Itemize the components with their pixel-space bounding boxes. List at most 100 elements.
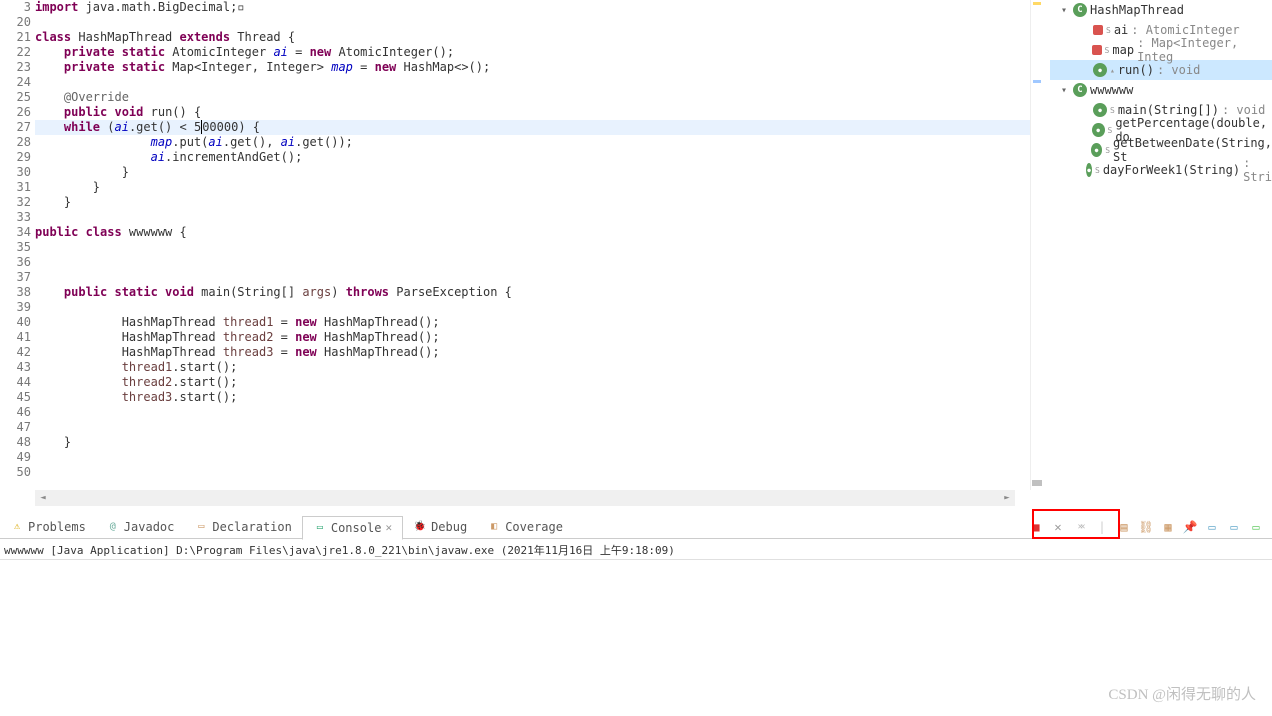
code-line[interactable]: import java.math.BigDecimal;▫ [35,0,1030,15]
line-number: 43 [0,360,31,375]
sep-button: | [1094,519,1110,535]
line-number: 25 [0,90,31,105]
line-number: 35 [0,240,31,255]
outline-type: : Map<Integer, Integ [1137,36,1272,64]
code-line[interactable] [35,300,1030,315]
outline-item[interactable]: ●SdayForWeek1(String) : Stri [1050,160,1272,180]
outline-item[interactable]: ●SgetBetweenDate(String, St [1050,140,1272,160]
outline-item[interactable]: Smap : Map<Integer, Integ [1050,40,1272,60]
open-button[interactable]: ▭ [1226,519,1242,535]
scroll-left-icon[interactable]: ◄ [35,490,51,506]
line-number: 42 [0,345,31,360]
code-line[interactable]: HashMapThread thread1 = new HashMapThrea… [35,315,1030,330]
tab-console[interactable]: ▭Console✕ [302,516,403,540]
code-line[interactable]: } [35,195,1030,210]
code-line[interactable]: } [35,435,1030,450]
code-line[interactable] [35,405,1030,420]
line-number: 40 [0,315,31,330]
line-number: 29 [0,150,31,165]
modifier-badge: S [1105,146,1110,155]
code-line[interactable]: public class wwwwww { [35,225,1030,240]
modifier-badge: S [1106,26,1111,35]
code-line[interactable]: HashMapThread thread2 = new HashMapThrea… [35,330,1030,345]
method-public-icon: ● [1092,123,1105,137]
code-line[interactable] [35,15,1030,30]
line-number: 3 [0,0,31,15]
code-body[interactable]: import java.math.BigDecimal;▫ class HashM… [35,0,1030,508]
code-line[interactable]: } [35,165,1030,180]
code-line[interactable] [35,75,1030,90]
new-button[interactable]: ▭ [1248,519,1264,535]
tab-icon: ⚠ [10,520,24,534]
tab-icon: 🐞 [413,520,427,534]
code-line[interactable] [35,465,1030,480]
outline-panel[interactable]: ▾CHashMapThreadSai : AtomicIntegerSmap :… [1050,0,1272,508]
overview-ruler[interactable] [1030,0,1042,490]
scroll-right-icon[interactable]: ► [999,490,1015,506]
code-editor[interactable]: 3202122232425262728293031323334353637383… [0,0,1030,508]
code-line[interactable]: private static AtomicInteger ai = new At… [35,45,1030,60]
outline-type: : void [1222,103,1265,117]
tab-coverage[interactable]: ◧ Coverage [477,515,573,539]
code-line[interactable] [35,255,1030,270]
pin-button[interactable]: 📌 [1182,519,1198,535]
tab-label: Coverage [505,520,563,534]
line-number: 38 [0,285,31,300]
code-line[interactable]: } [35,180,1030,195]
tab-debug[interactable]: 🐞 Debug [403,515,477,539]
code-line[interactable] [35,210,1030,225]
outline-type: : void [1157,63,1200,77]
code-line[interactable]: private static Map<Integer, Integer> map… [35,60,1030,75]
clear-button[interactable]: ▤ [1116,519,1132,535]
code-line[interactable] [35,270,1030,285]
tab-icon: ▭ [194,520,208,534]
console-output[interactable] [0,560,1272,716]
console-process-label: wwwwww [Java Application] D:\Program Fil… [0,542,1272,560]
tab-javadoc[interactable]: @Javadoc [96,515,185,539]
code-line[interactable]: thread2.start(); [35,375,1030,390]
tab-label: Debug [431,520,467,534]
code-line[interactable]: @Override [35,90,1030,105]
line-number: 48 [0,435,31,450]
expander-icon[interactable]: ▾ [1058,85,1070,96]
line-number: 31 [0,180,31,195]
close-icon[interactable]: ✕ [385,521,392,534]
code-line[interactable]: thread3.start(); [35,390,1030,405]
code-line[interactable]: HashMapThread thread3 = new HashMapThrea… [35,345,1030,360]
line-number: 47 [0,420,31,435]
method-public-icon: ● [1093,63,1107,77]
method-public-icon: ● [1086,163,1092,177]
tab-declaration[interactable]: ▭Declaration [184,515,301,539]
line-number: 27 [0,120,31,135]
method-public-icon: ● [1093,103,1107,117]
code-line[interactable] [35,450,1030,465]
code-line[interactable] [35,420,1030,435]
code-line[interactable]: while (ai.get() < 500000) { [35,120,1030,135]
line-number: 44 [0,375,31,390]
line-number: 49 [0,450,31,465]
code-line[interactable]: thread1.start(); [35,360,1030,375]
horizontal-scrollbar[interactable]: ◄ ► [35,490,1015,506]
scroll-lock-button[interactable]: ⛓ [1138,519,1154,535]
remove-launch-button[interactable]: ✕ [1050,519,1066,535]
display-button[interactable]: ▭ [1204,519,1220,535]
tab-icon: ◧ [487,520,501,534]
code-line[interactable]: public static void main(String[] args) t… [35,285,1030,300]
expander-icon[interactable]: ▾ [1058,5,1070,16]
line-number: 46 [0,405,31,420]
outline-label: run() [1118,63,1154,77]
word-wrap-button[interactable]: ▦ [1160,519,1176,535]
remove-all-button[interactable]: ✕✕ [1072,519,1088,535]
line-number: 22 [0,45,31,60]
outline-item[interactable]: ▾CHashMapThread [1050,0,1272,20]
tab-problems[interactable]: ⚠Problems [0,515,96,539]
code-line[interactable] [35,240,1030,255]
terminate-button[interactable]: ■ [1028,519,1044,535]
line-number: 30 [0,165,31,180]
line-number: 23 [0,60,31,75]
code-line[interactable]: ai.incrementAndGet(); [35,150,1030,165]
code-line[interactable]: public void run() { [35,105,1030,120]
outline-item[interactable]: ▾Cwwwwww [1050,80,1272,100]
code-line[interactable]: map.put(ai.get(), ai.get()); [35,135,1030,150]
code-line[interactable]: class HashMapThread extends Thread { [35,30,1030,45]
